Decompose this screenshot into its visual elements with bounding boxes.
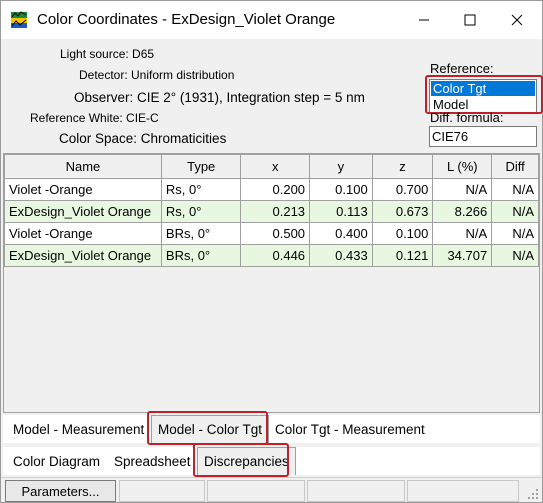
minimize-icon (419, 19, 429, 21)
title-bar[interactable]: Color Coordinates - ExDesign_Violet Oran… (1, 1, 542, 39)
maximize-icon (464, 14, 476, 26)
table-row[interactable]: Violet -Orange BRs, 0° 0.500 0.400 0.100… (4, 222, 539, 245)
column-header-diff[interactable]: Diff (491, 154, 539, 179)
light-source-label: Light source: D65 (60, 47, 155, 61)
cell-type: Rs, 0° (160, 178, 242, 201)
cell-y: 0.433 (309, 244, 373, 267)
cell-name: Violet -Orange (4, 178, 162, 201)
tab-model-measurement[interactable]: Model - Measurement (7, 415, 150, 443)
status-cell (307, 480, 405, 502)
reference-white-label: Reference White: CIE-C (30, 111, 159, 125)
observer-label: Observer: CIE 2° (1931), Integration ste… (74, 90, 365, 105)
color-space-label: Color Space: Chromaticities (59, 131, 227, 146)
cell-name: ExDesign_Violet Orange (4, 200, 162, 223)
table-row[interactable]: Violet -Orange Rs, 0° 0.200 0.100 0.700 … (4, 178, 539, 201)
window-title: Color Coordinates - ExDesign_Violet Oran… (37, 11, 336, 28)
cell-name: Violet -Orange (4, 222, 162, 245)
app-icon (10, 11, 28, 29)
column-header-name[interactable]: Name (4, 154, 162, 179)
cell-l: 8.266 (432, 200, 493, 223)
close-icon (511, 14, 523, 26)
coordinates-grid: Name Type x y z L (%) Diff Violet -Orang… (4, 154, 539, 267)
status-cell (119, 480, 205, 502)
cell-x: 0.446 (240, 244, 311, 267)
column-header-type[interactable]: Type (160, 154, 242, 179)
detector-label: Detector: Uniform distribution (79, 68, 235, 82)
maximize-button[interactable] (447, 1, 493, 39)
view-tab-bar: Color Diagram Spreadsheet Discrepancies (3, 447, 540, 475)
cell-z: 0.673 (371, 200, 434, 223)
cell-z: 0.700 (371, 178, 434, 201)
diff-formula-field[interactable]: CIE76 (429, 126, 537, 147)
cell-l: N/A (432, 222, 493, 245)
reference-listbox[interactable]: Color Tgt Model (429, 79, 537, 113)
reference-option-color-tgt[interactable]: Color Tgt (431, 81, 535, 96)
table-row[interactable]: ExDesign_Violet Orange Rs, 0° 0.213 0.11… (4, 200, 539, 223)
cell-y: 0.400 (309, 222, 373, 245)
cell-y: 0.113 (309, 200, 373, 223)
cell-y: 0.100 (309, 178, 373, 201)
parameters-button[interactable]: Parameters... (5, 480, 116, 502)
color-coordinates-window: Color Coordinates - ExDesign_Violet Oran… (0, 0, 543, 503)
cell-z: 0.100 (371, 222, 434, 245)
column-header-l[interactable]: L (%) (432, 154, 493, 179)
cell-type: BRs, 0° (160, 244, 242, 267)
cell-z: 0.121 (371, 244, 434, 267)
cell-x: 0.200 (240, 178, 311, 201)
cell-diff: N/A (491, 178, 539, 201)
column-header-z[interactable]: z (371, 154, 434, 179)
table-header-row: Name Type x y z L (%) Diff (4, 154, 539, 179)
column-header-x[interactable]: x (240, 154, 311, 179)
cell-diff: N/A (491, 222, 539, 245)
coordinates-table[interactable]: Name Type x y z L (%) Diff Violet -Orang… (3, 153, 540, 413)
cell-l: 34.707 (432, 244, 493, 267)
status-bar: Parameters... (1, 477, 542, 502)
close-button[interactable] (494, 1, 540, 39)
column-header-y[interactable]: y (309, 154, 373, 179)
cell-diff: N/A (491, 200, 539, 223)
cell-diff: N/A (491, 244, 539, 267)
table-row[interactable]: ExDesign_Violet Orange BRs, 0° 0.446 0.4… (4, 244, 539, 267)
cell-type: BRs, 0° (160, 222, 242, 245)
tab-discrepancies[interactable]: Discrepancies (197, 447, 296, 475)
tab-spreadsheet[interactable]: Spreadsheet (108, 447, 197, 475)
cell-x: 0.500 (240, 222, 311, 245)
compare-tab-bar: Model - Measurement Model - Color Tgt Co… (3, 415, 540, 443)
tab-color-diagram[interactable]: Color Diagram (7, 447, 106, 475)
cell-name: ExDesign_Violet Orange (4, 244, 162, 267)
tab-color-tgt-measurement[interactable]: Color Tgt - Measurement (269, 415, 431, 443)
status-cell (407, 480, 519, 502)
cell-x: 0.213 (240, 200, 311, 223)
resize-grip-icon[interactable] (526, 487, 540, 501)
diff-formula-label: Diff. formula: (430, 110, 504, 125)
status-cell (207, 480, 305, 502)
minimize-button[interactable] (401, 1, 447, 39)
cell-type: Rs, 0° (160, 200, 242, 223)
cell-l: N/A (432, 178, 493, 201)
reference-label: Reference: (430, 61, 494, 76)
tab-model-color-tgt[interactable]: Model - Color Tgt (151, 415, 270, 443)
